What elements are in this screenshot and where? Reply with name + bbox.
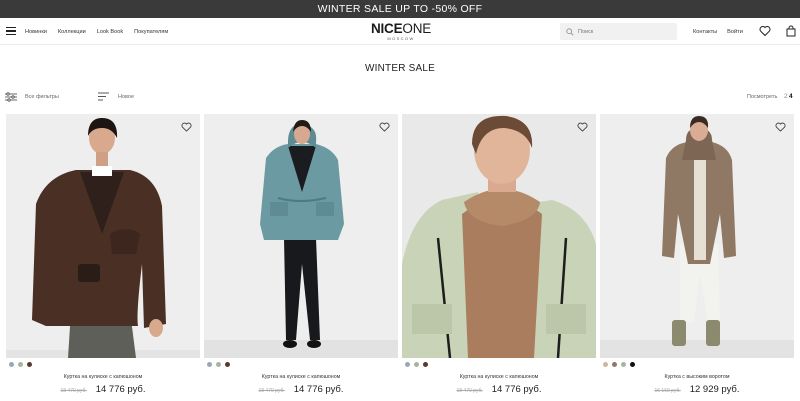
view-option-4[interactable]: 4 [789,93,793,100]
product-prices: 18 470 руб. 14 776 руб. [6,384,200,395]
search-box [560,23,677,40]
product-card[interactable]: Куртка на кулиске с капюшоном 18 470 руб… [204,114,398,395]
sale-price: 14 776 руб. [293,384,344,395]
product-name[interactable]: Куртка на кулиске с капюшоном [402,374,596,380]
menu-icon[interactable] [6,27,16,35]
sort-dropdown[interactable]: Новое [118,94,134,100]
color-swatch[interactable] [612,362,617,367]
color-swatch[interactable] [423,362,428,367]
product-image[interactable] [402,114,596,358]
header-links: Контакты Войти [693,18,743,45]
search-input[interactable] [578,28,668,35]
nav-item-customers[interactable]: Покупателям [134,29,168,35]
promo-banner[interactable]: WINTER SALE UP TO -50% OFF [0,0,800,18]
product-image[interactable] [204,114,398,358]
main-nav: Новинки Коллекции Look Book Покупателям [25,18,168,45]
nav-item-lookbook[interactable]: Look Book [97,29,123,35]
sort-icon[interactable] [98,92,109,101]
favorite-heart-icon[interactable] [775,122,786,132]
product-card[interactable]: Куртка с высоким воротом 16 160 руб. 12 … [600,114,794,395]
old-price: 16 160 руб. [654,388,681,394]
product-name[interactable]: Куртка на кулиске с капюшоном [6,374,200,380]
sale-price: 14 776 руб. [95,384,146,395]
color-swatch[interactable] [207,362,212,367]
promo-text: WINTER SALE UP TO -50% OFF [317,3,483,15]
color-swatch[interactable] [18,362,23,367]
contacts-link[interactable]: Контакты [693,29,717,35]
old-price: 18 470 руб. [60,388,87,394]
favorite-heart-icon[interactable] [577,122,588,132]
product-name[interactable]: Куртка с высоким воротом [600,374,794,380]
color-swatches [603,362,635,367]
logo-bold: NICE [370,21,403,36]
product-card[interactable]: Куртка на кулиске с капюшоном 18 470 руб… [402,114,596,395]
search-icon [566,27,574,35]
all-filters-button[interactable]: Все фильтры [25,94,59,100]
old-price: 18 470 руб. [258,388,285,394]
site-logo[interactable]: NICEONE MOSCOW [368,22,434,41]
sale-price: 12 929 руб. [689,384,740,395]
color-swatch[interactable] [414,362,419,367]
product-prices: 18 470 руб. 14 776 руб. [402,384,596,395]
login-link[interactable]: Войти [727,29,743,35]
color-swatch[interactable] [621,362,626,367]
product-image[interactable] [600,114,794,358]
site-header: Новинки Коллекции Look Book Покупателям … [0,18,800,45]
color-swatch[interactable] [405,362,410,367]
color-swatch[interactable] [9,362,14,367]
product-name[interactable]: Куртка на кулиске с капюшоном [204,374,398,380]
color-swatch[interactable] [27,362,32,367]
old-price: 18 470 руб. [456,388,483,394]
logo-light: ONE [402,21,432,36]
favorite-heart-icon[interactable] [379,122,390,132]
wishlist-heart-icon[interactable] [759,25,771,37]
color-swatches [405,362,428,367]
color-swatch[interactable] [630,362,635,367]
nav-item-new[interactable]: Новинки [25,29,47,35]
page-title: WINTER SALE [365,63,435,74]
color-swatch[interactable] [603,362,608,367]
product-prices: 18 470 руб. 14 776 руб. [204,384,398,395]
nav-item-collections[interactable]: Коллекции [58,29,86,35]
color-swatch[interactable] [216,362,221,367]
product-prices: 16 160 руб. 12 929 руб. [600,384,794,395]
product-card[interactable]: Куртка на кулиске с капюшоном 18 470 руб… [6,114,200,395]
view-option-2[interactable]: 2 [784,93,788,100]
color-swatches [9,362,32,367]
sale-price: 14 776 руб. [491,384,542,395]
favorite-heart-icon[interactable] [181,122,192,132]
color-swatch[interactable] [225,362,230,367]
catalog-toolbar: Все фильтры Новое Посмотреть 2 4 [0,90,800,104]
product-image[interactable] [6,114,200,358]
logo-sub: MOSCOW [387,36,415,41]
cart-bag-icon[interactable] [785,25,797,37]
filter-icon[interactable] [5,92,17,102]
view-label: Посмотреть [747,94,778,100]
color-swatches [207,362,230,367]
